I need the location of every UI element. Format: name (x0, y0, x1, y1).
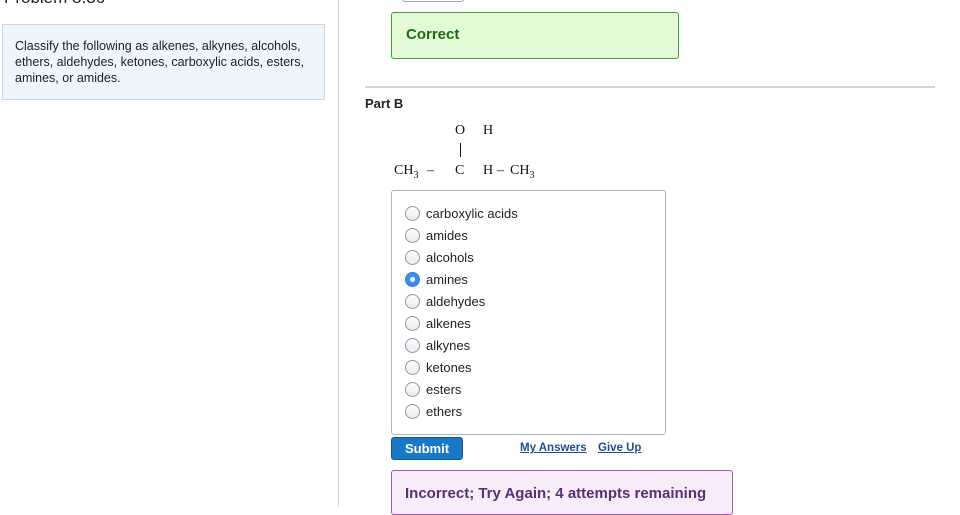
option-alkenes[interactable]: alkenes (405, 314, 471, 332)
option-amides[interactable]: amides (405, 226, 468, 244)
option-label: alkenes (426, 315, 471, 331)
left-pane: Problem 8.36 Classify the following as a… (0, 0, 339, 507)
answer-options: carboxylic acids amides alcohols amines alde… (391, 190, 666, 435)
option-esters[interactable]: esters (405, 380, 461, 398)
option-label: alcohols (426, 249, 474, 265)
option-label: esters (426, 381, 462, 397)
option-label: amines (426, 271, 468, 287)
atom-c: C (455, 163, 465, 178)
atom-h-top: H (483, 123, 494, 138)
double-bond-line (460, 143, 461, 157)
option-ketones[interactable]: ketones (405, 358, 472, 376)
option-aldehydes[interactable]: aldehydes (405, 292, 485, 310)
option-label: ethers (426, 403, 463, 419)
atom-o: O (455, 123, 466, 138)
correct-feedback: Correct (391, 12, 679, 59)
option-amines[interactable]: amines (405, 270, 468, 288)
section-divider (365, 86, 935, 88)
bond-dash-right: – (497, 163, 504, 178)
my-answers-link[interactable]: My Answers (520, 442, 587, 454)
problem-title: Problem 8.36 (4, 0, 105, 8)
option-carboxylic-acids[interactable]: carboxylic acids (405, 204, 518, 222)
right-pane: Correct Part B O H CH3 – C H – CH3 carbo… (340, 0, 960, 515)
radio-button[interactable] (405, 315, 420, 331)
radio-button[interactable] (405, 249, 420, 265)
radio-button[interactable] (405, 359, 420, 375)
submit-button[interactable]: Submit (391, 437, 463, 460)
atom-h: H (483, 163, 494, 178)
option-label: amides (426, 227, 468, 243)
radio-button[interactable] (405, 403, 420, 419)
option-label: alkynes (426, 337, 471, 353)
bond-dash-left: – (427, 163, 434, 178)
option-alkynes[interactable]: alkynes (405, 336, 470, 354)
give-up-link[interactable]: Give Up (598, 442, 641, 454)
option-ethers[interactable]: ethers (405, 402, 462, 420)
radio-button[interactable] (405, 205, 420, 221)
radio-button[interactable] (405, 337, 420, 353)
option-label: ketones (426, 359, 472, 375)
radio-button[interactable] (405, 381, 420, 397)
radio-button[interactable] (405, 271, 420, 287)
incorrect-feedback: Incorrect; Try Again; 4 attempts remaini… (391, 470, 733, 515)
option-alcohols[interactable]: alcohols (405, 248, 474, 266)
option-label: carboxylic acids (426, 205, 518, 221)
group-ch3-left: CH3 (394, 163, 419, 181)
part-b-label: Part B (365, 96, 404, 111)
group-ch3-right: CH3 (510, 163, 535, 181)
option-label: aldehydes (426, 293, 486, 309)
radio-button[interactable] (405, 227, 420, 243)
radio-button[interactable] (405, 293, 420, 309)
problem-description: Classify the following as alkenes, alkyn… (2, 24, 325, 100)
previous-part-tab[interactable] (402, 0, 464, 2)
